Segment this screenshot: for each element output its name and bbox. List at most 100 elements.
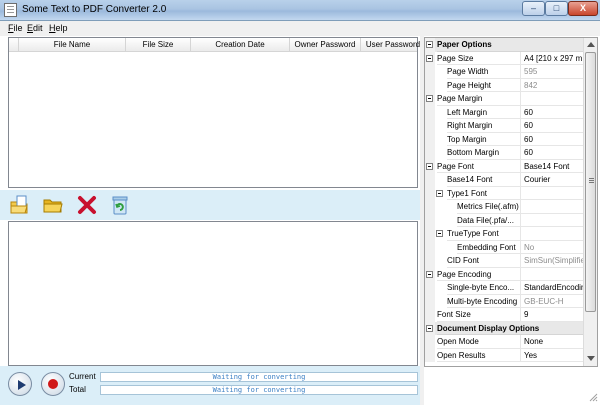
scroll-down-icon[interactable] (587, 356, 595, 361)
column-file-name[interactable]: File Name (19, 38, 126, 52)
property-row[interactable]: Page Size A4 [210 x 297 m (425, 51, 583, 65)
property-value[interactable]: 60 (520, 105, 583, 119)
file-list-table[interactable]: File Name File Size Creation Date Owner … (8, 37, 420, 188)
menu-file[interactable]: File (8, 23, 23, 33)
property-row[interactable]: Type1 Font (425, 186, 583, 200)
property-name: Page Width (447, 65, 520, 79)
property-name: Right Margin (447, 119, 520, 133)
property-name: CID Font (447, 254, 520, 268)
add-file-icon (10, 195, 28, 214)
property-name: Page Size (437, 52, 520, 65)
property-row[interactable]: Open Mode None (425, 335, 583, 349)
property-value[interactable]: 60 (520, 146, 583, 160)
maximize-button[interactable]: □ (545, 1, 568, 16)
resize-grip-icon[interactable] (588, 392, 598, 402)
property-row[interactable]: Multi-byte Encoding GB-EUC-H (425, 294, 583, 308)
column-owner-password[interactable]: Owner Password (290, 38, 361, 52)
stop-button[interactable] (41, 372, 65, 396)
property-name: Bottom Margin (447, 146, 520, 160)
property-row[interactable]: Page Height 842 (425, 78, 583, 92)
collapse-icon[interactable] (426, 162, 433, 170)
property-value[interactable]: 9 (520, 308, 583, 322)
conversion-bar: Current Total Waiting for converting Wai… (0, 366, 420, 405)
property-value[interactable] (520, 92, 583, 106)
property-value[interactable]: StandardEncodin (520, 281, 583, 295)
collapse-icon[interactable] (426, 270, 433, 278)
property-row[interactable]: TrueType Font (425, 227, 583, 241)
property-row[interactable]: Open Results Yes (425, 348, 583, 362)
property-value[interactable] (520, 267, 583, 281)
property-name: Page Height (447, 79, 520, 92)
menu-bar: File Edit Help (0, 21, 600, 36)
property-name: Page Margin (437, 92, 520, 106)
property-category[interactable]: Paper Options (425, 38, 583, 52)
collapse-icon[interactable] (436, 230, 443, 237)
property-value[interactable] (520, 227, 583, 241)
collapse-icon[interactable] (426, 54, 433, 62)
close-button[interactable]: X (568, 1, 598, 16)
property-row[interactable]: Metrics File(.afm) (425, 200, 583, 214)
play-icon (18, 380, 26, 390)
log-panel[interactable] (8, 221, 418, 366)
collapse-icon[interactable] (426, 95, 433, 102)
clear-list-button[interactable] (109, 194, 131, 216)
property-row[interactable]: Base14 Font Courier (425, 173, 583, 187)
property-scrollbar[interactable] (583, 38, 597, 366)
add-file-button[interactable] (8, 194, 30, 216)
menu-edit[interactable]: Edit (27, 23, 43, 33)
collapse-icon[interactable] (426, 41, 433, 48)
property-value[interactable]: 60 (520, 132, 583, 146)
property-value[interactable]: 842 (520, 78, 583, 92)
property-value[interactable] (520, 186, 583, 200)
property-name: Top Margin (447, 133, 520, 146)
property-name: Base14 Font (447, 173, 520, 187)
clear-list-icon (112, 196, 128, 215)
menu-help[interactable]: Help (49, 23, 68, 33)
title-bar[interactable]: Some Text to PDF Converter 2.0 – □ X (0, 0, 600, 21)
property-name: Type1 Font (447, 187, 520, 200)
property-name: Embedding Font (457, 241, 520, 254)
property-row[interactable]: Font Size 9 (425, 308, 583, 322)
minimize-button[interactable]: – (522, 1, 545, 16)
property-row[interactable]: Data File(.pfa/... (425, 213, 583, 227)
property-row[interactable]: CID Font SimSun(Simplifie (425, 254, 583, 268)
property-name: Document Display Options (437, 322, 583, 335)
property-value[interactable]: 595 (520, 65, 583, 79)
property-row[interactable]: Page Width 595 (425, 65, 583, 79)
property-row[interactable]: Single-byte Enco... StandardEncodin (425, 281, 583, 295)
delete-button[interactable] (76, 194, 98, 216)
property-value[interactable] (520, 200, 583, 214)
property-row[interactable]: Right Margin 60 (425, 119, 583, 133)
collapse-icon[interactable] (426, 324, 433, 332)
property-value[interactable]: GB-EUC-H (520, 294, 583, 308)
property-value[interactable]: 60 (520, 119, 583, 133)
collapse-icon[interactable] (436, 189, 443, 197)
scroll-thumb[interactable] (585, 52, 596, 312)
column-user-password[interactable]: User Password (361, 38, 425, 52)
property-row[interactable]: Top Margin 60 (425, 132, 583, 146)
column-file-size[interactable]: File Size (126, 38, 191, 52)
property-category[interactable]: Document Display Options (425, 321, 583, 335)
property-value[interactable]: Courier (520, 173, 583, 187)
property-row[interactable]: Bottom Margin 60 (425, 146, 583, 160)
property-row[interactable]: Page Margin (425, 92, 583, 106)
property-name: Data File(.pfa/... (457, 214, 520, 227)
property-value[interactable]: Yes (520, 348, 583, 362)
property-row[interactable]: Page Encoding (425, 267, 583, 281)
property-value[interactable]: Base14 Font (520, 159, 583, 173)
add-folder-button[interactable] (42, 194, 64, 216)
property-row[interactable]: Embedding Font No (425, 240, 583, 254)
current-label: Current (69, 372, 96, 381)
property-value[interactable]: No (520, 240, 583, 254)
options-property-grid[interactable]: Paper Options Page Size A4 [210 x 297 m Pag… (424, 37, 598, 367)
property-row[interactable]: Page Font Base14 Font (425, 159, 583, 173)
column-creation-date[interactable]: Creation Date (191, 38, 290, 52)
property-row[interactable]: Left Margin 60 (425, 105, 583, 119)
scroll-up-icon[interactable] (587, 42, 595, 47)
property-value[interactable]: SimSun(Simplifie (520, 254, 583, 268)
property-value[interactable]: None (520, 335, 583, 349)
property-name: Left Margin (447, 106, 520, 119)
property-value[interactable]: A4 [210 x 297 m (520, 51, 583, 65)
start-button[interactable] (8, 372, 32, 396)
property-value[interactable] (520, 213, 583, 227)
